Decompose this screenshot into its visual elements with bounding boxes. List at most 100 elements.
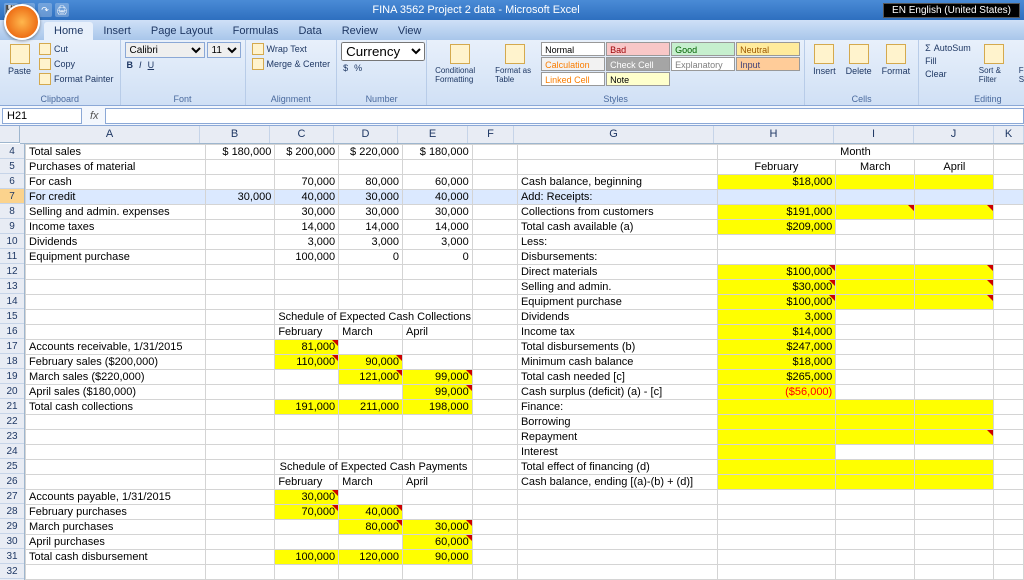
cell[interactable]: [472, 565, 517, 580]
cell[interactable]: [836, 475, 915, 490]
tab-data[interactable]: Data: [288, 22, 331, 40]
row-header[interactable]: 18: [0, 354, 24, 369]
copy-button[interactable]: Copy: [37, 57, 116, 71]
cell[interactable]: [472, 145, 517, 160]
cell[interactable]: Cash surplus (deficit) (a) - [c]: [517, 385, 717, 400]
cell[interactable]: [717, 535, 836, 550]
cell[interactable]: [994, 505, 1024, 520]
percent-button[interactable]: %: [352, 62, 364, 74]
cell[interactable]: [994, 475, 1024, 490]
cell[interactable]: [26, 325, 206, 340]
cell[interactable]: [205, 220, 275, 235]
cell[interactable]: [836, 550, 915, 565]
cell[interactable]: [402, 340, 472, 355]
cell[interactable]: [836, 310, 915, 325]
cell[interactable]: Finance:: [517, 400, 717, 415]
cell[interactable]: 90,000: [339, 355, 403, 370]
style-cell[interactable]: Input: [736, 57, 800, 71]
cell[interactable]: $100,000: [717, 265, 836, 280]
cell[interactable]: [339, 295, 403, 310]
cell[interactable]: 3,000: [402, 235, 472, 250]
cell[interactable]: March sales ($220,000): [26, 370, 206, 385]
cell[interactable]: [339, 565, 403, 580]
style-cell[interactable]: Calculation: [541, 57, 605, 71]
cell[interactable]: [836, 325, 915, 340]
cell[interactable]: [205, 490, 275, 505]
cell[interactable]: [836, 385, 915, 400]
cell[interactable]: [339, 490, 403, 505]
row-header[interactable]: 14: [0, 294, 24, 309]
autosum-button[interactable]: Σ AutoSum: [923, 42, 973, 54]
cell[interactable]: [339, 340, 403, 355]
cell[interactable]: [836, 520, 915, 535]
cell[interactable]: [275, 370, 339, 385]
cell[interactable]: [915, 295, 994, 310]
cell[interactable]: [26, 430, 206, 445]
cell[interactable]: 120,000: [339, 550, 403, 565]
cell[interactable]: Repayment: [517, 430, 717, 445]
paste-button[interactable]: Paste: [4, 42, 35, 78]
row-header[interactable]: 27: [0, 489, 24, 504]
style-cell[interactable]: Check Cell: [606, 57, 670, 71]
cell[interactable]: April: [402, 475, 472, 490]
row-header[interactable]: 21: [0, 399, 24, 414]
cell[interactable]: 60,000: [402, 175, 472, 190]
currency-button[interactable]: $: [341, 62, 350, 74]
row-header[interactable]: 7: [0, 189, 24, 204]
cell[interactable]: [717, 430, 836, 445]
cell[interactable]: Accounts receivable, 1/31/2015: [26, 340, 206, 355]
wrap-text-button[interactable]: Wrap Text: [250, 42, 333, 56]
cell[interactable]: Collections from customers: [517, 205, 717, 220]
cell[interactable]: [402, 160, 472, 175]
cell[interactable]: 40,000: [339, 505, 403, 520]
cell[interactable]: [205, 295, 275, 310]
cell[interactable]: [472, 250, 517, 265]
cell[interactable]: Dividends: [517, 310, 717, 325]
cell[interactable]: [472, 430, 517, 445]
cell[interactable]: February: [717, 160, 836, 175]
cell[interactable]: [915, 550, 994, 565]
cell[interactable]: [275, 520, 339, 535]
cell[interactable]: 0: [339, 250, 403, 265]
cell[interactable]: [836, 400, 915, 415]
cell[interactable]: [339, 535, 403, 550]
row-header[interactable]: 16: [0, 324, 24, 339]
cell[interactable]: [915, 475, 994, 490]
cell[interactable]: [339, 265, 403, 280]
cell[interactable]: [205, 235, 275, 250]
cell[interactable]: [205, 400, 275, 415]
cell[interactable]: Total sales: [26, 145, 206, 160]
row-header[interactable]: 8: [0, 204, 24, 219]
cell[interactable]: $209,000: [717, 220, 836, 235]
cell[interactable]: [915, 175, 994, 190]
cell[interactable]: For credit: [26, 190, 206, 205]
cell[interactable]: [915, 280, 994, 295]
cell[interactable]: [402, 280, 472, 295]
cell[interactable]: [472, 355, 517, 370]
cell[interactable]: Purchases of material: [26, 160, 206, 175]
col-header[interactable]: J: [914, 126, 994, 143]
row-header[interactable]: 5: [0, 159, 24, 174]
cell[interactable]: [836, 445, 915, 460]
cell[interactable]: [836, 370, 915, 385]
cell[interactable]: [915, 325, 994, 340]
cell[interactable]: [915, 415, 994, 430]
cell[interactable]: [517, 490, 717, 505]
cell[interactable]: [915, 265, 994, 280]
cell[interactable]: [915, 385, 994, 400]
cell[interactable]: Income taxes: [26, 220, 206, 235]
cell[interactable]: [472, 460, 517, 475]
cell[interactable]: [205, 250, 275, 265]
cell[interactable]: [994, 460, 1024, 475]
cell[interactable]: Schedule of Expected Cash Collections: [275, 310, 472, 325]
cell-grid[interactable]: Total sales$ 180,000$ 200,000$ 220,000$ …: [25, 144, 1024, 580]
cell[interactable]: 70,000: [275, 175, 339, 190]
col-header[interactable]: D: [334, 126, 398, 143]
font-size-select[interactable]: 11: [207, 42, 241, 58]
cell[interactable]: 30,000: [339, 190, 403, 205]
find-select-button[interactable]: Find & Select: [1015, 42, 1024, 86]
cell[interactable]: [205, 265, 275, 280]
cell[interactable]: $ 220,000: [339, 145, 403, 160]
cell[interactable]: [275, 265, 339, 280]
cell[interactable]: [205, 325, 275, 340]
